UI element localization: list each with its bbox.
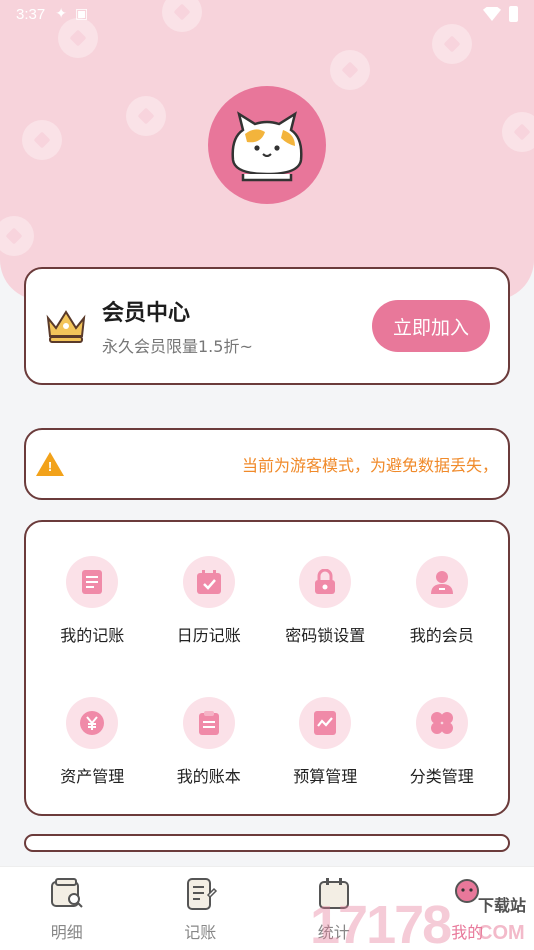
coin-pattern xyxy=(330,50,370,90)
member-center-title: 会员中心 xyxy=(102,301,191,326)
coin-pattern xyxy=(0,216,34,256)
menu-item-label: 我的记账 xyxy=(60,626,125,645)
member-center-card[interactable]: 会员中心 永久会员限量1.5折~ 立即加入 xyxy=(24,267,510,385)
clipboard-icon xyxy=(182,697,235,749)
wallet-icon xyxy=(50,878,83,908)
partial-card xyxy=(24,834,510,852)
document-icon xyxy=(66,556,119,608)
status-time: 3:37 xyxy=(16,5,46,23)
cat-avatar-icon xyxy=(231,111,303,182)
feature-menu-card: 我的记账 日历记账 密码锁设置 我的会员 资产管理 我的账本 预算管理 分类管理 xyxy=(24,520,510,816)
watermark-domain: COM xyxy=(478,922,525,944)
user-icon xyxy=(415,556,468,608)
avatar[interactable] xyxy=(208,86,326,204)
watermark-tag: 下载站 xyxy=(478,896,527,915)
notebook-icon xyxy=(187,878,218,910)
wifi-icon xyxy=(483,7,501,21)
menu-item-calendar-bookkeeping[interactable]: 日历记账 xyxy=(151,556,268,673)
menu-item-label: 分类管理 xyxy=(409,767,474,786)
coin-pattern xyxy=(432,24,472,64)
menu-item-my-ledger[interactable]: 我的账本 xyxy=(151,697,268,814)
image-notification-icon: ▣ xyxy=(74,6,89,22)
watermark-digits: 17178 xyxy=(310,895,452,950)
menu-item-label: 我的账本 xyxy=(176,767,241,786)
menu-item-password-lock[interactable]: 密码锁设置 xyxy=(267,556,384,673)
yen-coin-icon xyxy=(66,697,119,749)
menu-item-label: 预算管理 xyxy=(293,767,358,786)
clover-icon xyxy=(415,697,468,749)
calendar-icon xyxy=(182,556,235,608)
menu-item-label: 密码锁设置 xyxy=(285,626,366,645)
join-now-button[interactable]: 立即加入 xyxy=(372,300,490,352)
menu-item-asset-management[interactable]: 资产管理 xyxy=(34,697,151,814)
guest-mode-notice[interactable]: ! 当前为游客模式，为避免数据丢失， xyxy=(24,428,510,500)
nav-tab-details[interactable]: 明细 xyxy=(12,877,122,950)
lock-icon xyxy=(299,556,352,608)
menu-item-label: 日历记账 xyxy=(176,626,241,645)
coin-pattern xyxy=(502,112,534,152)
nav-label: 记账 xyxy=(184,923,217,942)
menu-item-label: 资产管理 xyxy=(60,767,125,786)
site-watermark: 17178 下载站 COM xyxy=(310,880,534,950)
nav-tab-record[interactable]: 记账 xyxy=(145,877,255,950)
coin-pattern xyxy=(126,96,166,136)
chart-icon xyxy=(299,697,352,749)
app-notification-icon: ✦ xyxy=(55,6,67,22)
menu-item-budget-management[interactable]: 预算管理 xyxy=(267,697,384,814)
menu-item-label: 我的会员 xyxy=(409,626,474,645)
member-promo-text: 永久会员限量1.5折~ xyxy=(102,337,253,356)
menu-item-my-bookkeeping[interactable]: 我的记账 xyxy=(34,556,151,673)
status-bar: 3:37 ✦ ▣ xyxy=(0,0,534,28)
coin-pattern xyxy=(22,120,62,160)
warning-icon: ! xyxy=(36,452,64,476)
nav-label: 明细 xyxy=(50,923,83,942)
menu-item-my-membership[interactable]: 我的会员 xyxy=(384,556,501,673)
menu-item-category-management[interactable]: 分类管理 xyxy=(384,697,501,814)
notice-marquee-text: 当前为游客模式，为避免数据丢失， xyxy=(241,456,498,475)
battery-icon xyxy=(509,6,518,22)
crown-icon xyxy=(46,310,86,343)
